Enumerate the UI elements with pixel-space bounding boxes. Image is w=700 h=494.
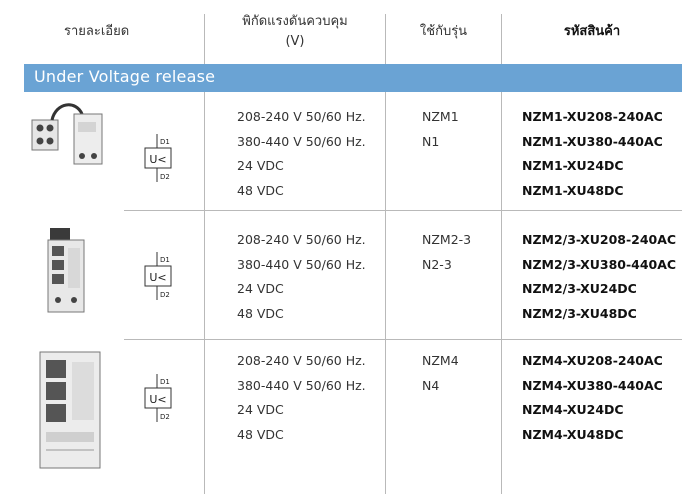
model-item: NZM2-3 xyxy=(422,232,472,247)
header-voltage-label: พิกัดแรงดันควบคุม xyxy=(242,14,348,29)
code-list: NZM1-XU208-240AC NZM1-XU380-440AC NZM1-X… xyxy=(522,105,663,203)
symbol-terminal-bottom: D2 xyxy=(160,413,170,421)
symbol-terminal-bottom: D2 xyxy=(160,291,170,299)
symbol-label: U< xyxy=(149,153,166,166)
symbol-terminal-top: D1 xyxy=(160,378,170,386)
voltage-item: 48 VDC xyxy=(237,305,284,321)
row-divider xyxy=(124,339,682,340)
product-code: NZM1-XU380-440AC xyxy=(522,133,663,149)
section-title: Under Voltage release xyxy=(34,67,216,86)
product-code: NZM2/3-XU380-440AC xyxy=(522,256,677,272)
model-list: NZM1 N1 xyxy=(422,105,459,154)
header-detail-label: รายละเอียด xyxy=(64,24,130,39)
voltage-item: 380-440 V 50/60 Hz. xyxy=(237,133,366,149)
header-divider xyxy=(501,14,502,64)
voltage-item: 48 VDC xyxy=(237,182,284,198)
symbol-terminal-bottom: D2 xyxy=(160,173,170,181)
model-item: N4 xyxy=(422,377,440,393)
product-image-nzm4 xyxy=(39,351,101,469)
symbol-terminal-top: D1 xyxy=(160,256,170,264)
product-code: NZM4-XU48DC xyxy=(522,426,624,442)
code-list: NZM4-XU208-240AC NZM4-XU380-440AC NZM4-X… xyxy=(522,349,663,447)
section-band: Under Voltage release xyxy=(24,64,682,92)
column-divider xyxy=(204,92,205,494)
product-code: NZM1-XU24DC xyxy=(522,158,624,173)
model-item: N1 xyxy=(422,133,440,149)
header-model-label: ใช้กับรุ่น xyxy=(419,24,468,39)
model-item: N2-3 xyxy=(422,256,452,272)
voltage-item: 208-240 V 50/60 Hz. xyxy=(237,109,366,124)
undervoltage-symbol-icon: U< D1 D2 xyxy=(144,374,172,422)
product-code: NZM4-XU208-240AC xyxy=(522,353,663,368)
product-table: รายละเอียด พิกัดแรงดันควบคุม (V) ใช้กับร… xyxy=(0,0,700,494)
product-image-nzm1 xyxy=(31,103,103,165)
voltage-list: 208-240 V 50/60 Hz. 380-440 V 50/60 Hz. … xyxy=(237,105,366,203)
voltage-item: 24 VDC xyxy=(237,402,284,417)
symbol-terminal-top: D1 xyxy=(160,138,170,146)
header-model: ใช้กับรุ่น xyxy=(386,0,501,64)
symbol-label: U< xyxy=(149,271,166,284)
voltage-item: 208-240 V 50/60 Hz. xyxy=(237,353,366,368)
model-list: NZM2-3 N2-3 xyxy=(422,228,471,277)
column-divider xyxy=(501,92,502,494)
product-image-nzm2-3 xyxy=(47,228,85,313)
voltage-item: 380-440 V 50/60 Hz. xyxy=(237,377,366,393)
header-divider xyxy=(204,14,205,64)
header-voltage: พิกัดแรงดันควบคุม (V) xyxy=(205,0,385,64)
voltage-list: 208-240 V 50/60 Hz. 380-440 V 50/60 Hz. … xyxy=(237,228,366,326)
model-item: NZM4 xyxy=(422,353,459,368)
header-divider xyxy=(385,14,386,64)
row-divider xyxy=(124,210,682,211)
code-list: NZM2/3-XU208-240AC NZM2/3-XU380-440AC NZ… xyxy=(522,228,676,326)
header-voltage-unit: (V) xyxy=(285,34,305,49)
undervoltage-symbol-icon: U< D1 D2 xyxy=(144,134,172,182)
symbol-label: U< xyxy=(149,393,166,406)
voltage-item: 24 VDC xyxy=(237,158,284,173)
product-code: NZM4-XU24DC xyxy=(522,402,624,417)
product-code: NZM4-XU380-440AC xyxy=(522,377,663,393)
product-code: NZM2/3-XU48DC xyxy=(522,305,637,321)
undervoltage-symbol-icon: U< D1 D2 xyxy=(144,252,172,300)
header-detail: รายละเอียด xyxy=(24,0,204,64)
product-code: NZM2/3-XU208-240AC xyxy=(522,232,677,247)
header-code-label: รหัสสินค้า xyxy=(563,24,621,39)
model-list: NZM4 N4 xyxy=(422,349,459,398)
product-code: NZM1-XU208-240AC xyxy=(522,109,663,124)
voltage-item: 208-240 V 50/60 Hz. xyxy=(237,232,366,247)
header-code: รหัสสินค้า xyxy=(502,0,682,64)
voltage-list: 208-240 V 50/60 Hz. 380-440 V 50/60 Hz. … xyxy=(237,349,366,447)
voltage-item: 380-440 V 50/60 Hz. xyxy=(237,256,366,272)
voltage-item: 48 VDC xyxy=(237,426,284,442)
product-code: NZM2/3-XU24DC xyxy=(522,281,637,296)
product-code: NZM1-XU48DC xyxy=(522,182,624,198)
model-item: NZM1 xyxy=(422,109,459,124)
column-divider xyxy=(385,92,386,494)
voltage-item: 24 VDC xyxy=(237,281,284,296)
